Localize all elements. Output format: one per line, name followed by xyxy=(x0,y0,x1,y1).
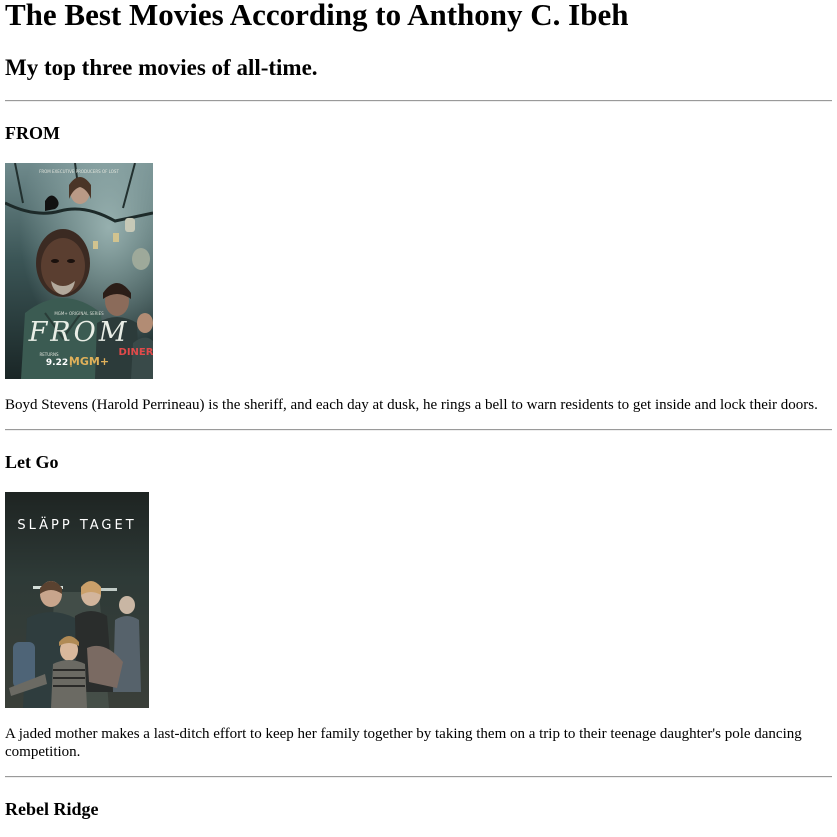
movie-poster-from: FROM MGM+ ORIGINAL SERIES FROM EXECUTIVE… xyxy=(5,163,153,379)
movie-entry-let-go: Let Go SLÄPP TAGET A jaded mother makes … xyxy=(5,451,832,761)
movie-entry-from: FROM FROM MGM+ ORIGINAL SERIES FROM EXEC… xyxy=(5,122,832,414)
movie-title: Rebel Ridge xyxy=(5,799,99,819)
divider xyxy=(5,429,832,431)
poster-returns-label: RETURNS xyxy=(40,352,59,357)
movie-entry-rebel-ridge: Rebel Ridge xyxy=(5,798,832,820)
poster-top-text: FROM EXECUTIVE PRODUCERS OF LOST xyxy=(39,169,119,174)
movie-description: Boyd Stevens (Harold Perrineau) is the s… xyxy=(5,397,818,413)
poster-network: MGM+ xyxy=(69,355,109,368)
movie-poster-let-go: SLÄPP TAGET xyxy=(5,492,149,708)
poster-date: 9.22 xyxy=(46,358,68,368)
poster-logo: FROM xyxy=(28,317,130,348)
movie-description: A jaded mother makes a last-ditch effort… xyxy=(5,726,802,760)
divider xyxy=(5,776,832,778)
poster-logo: SLÄPP TAGET xyxy=(17,517,136,533)
divider xyxy=(5,100,832,102)
movie-title: Let Go xyxy=(5,452,59,472)
poster-sign: DINER xyxy=(119,347,153,358)
page: The Best Movies According to Anthony C. … xyxy=(0,0,837,820)
movie-title: FROM xyxy=(5,123,60,143)
poster-series-label: MGM+ ORIGINAL SERIES xyxy=(54,311,104,316)
page-subtitle: My top three movies of all-time. xyxy=(5,55,318,80)
page-title: The Best Movies According to Anthony C. … xyxy=(5,0,629,32)
